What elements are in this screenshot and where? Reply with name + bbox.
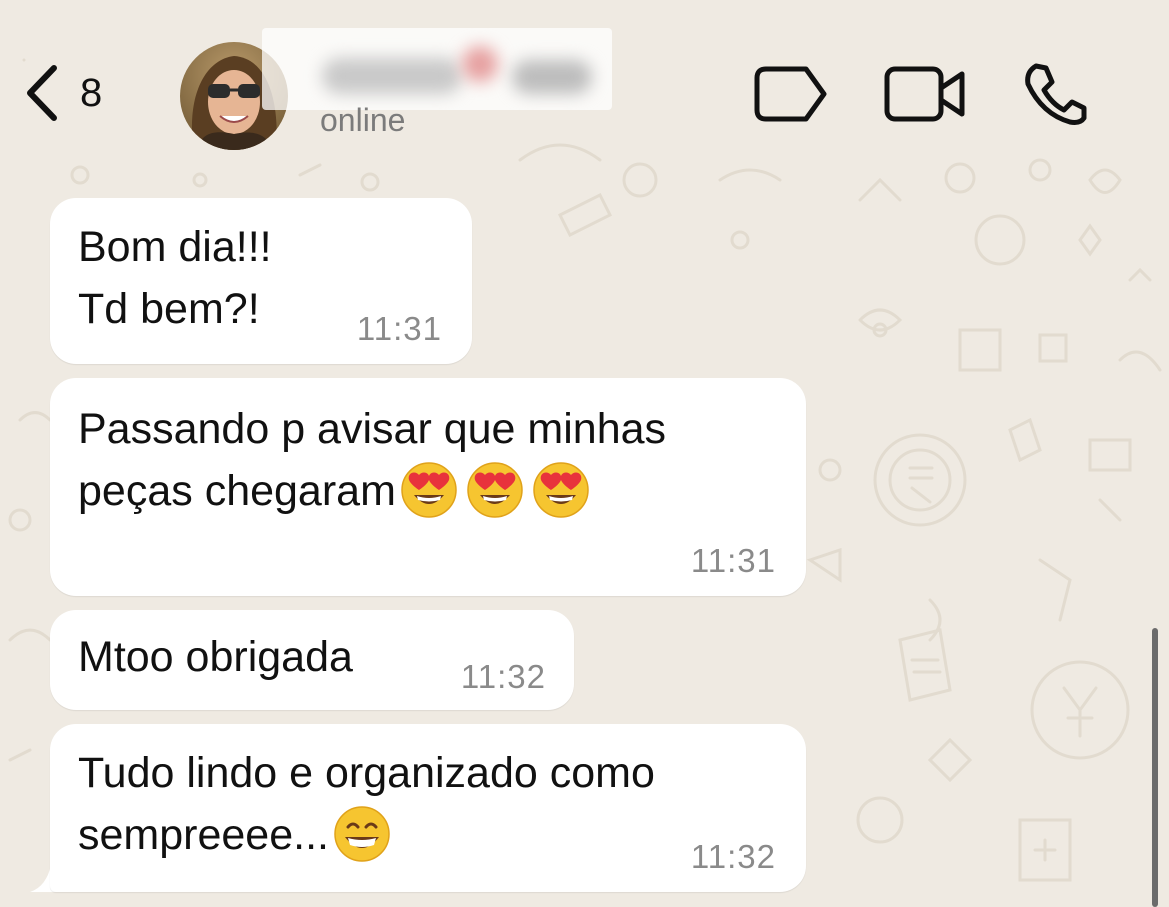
chevron-left-icon xyxy=(27,65,57,121)
chat-header: 8 online xyxy=(0,0,1169,170)
back-button[interactable]: 8 xyxy=(22,62,102,124)
message-text: Passando p avisar que minhas peças chegar… xyxy=(78,398,666,523)
contact-status: online xyxy=(320,102,406,138)
heart-eyes-emoji xyxy=(467,461,523,518)
label-tag-icon xyxy=(754,66,827,122)
scrollbar[interactable] xyxy=(1152,628,1158,907)
message-time: 11:31 xyxy=(690,542,776,579)
message-text: Mtoo obrigada xyxy=(78,633,353,681)
message-bubble[interactable]: Passando p avisar que minhas peças chegar… xyxy=(50,378,806,596)
heart-eyes-emoji xyxy=(401,461,457,518)
message-bubble[interactable]: Mtoo obrigada 11:32 xyxy=(50,610,574,710)
contact-name[interactable] xyxy=(262,28,612,110)
message-bubble[interactable]: Tudo lindo e organizado como sempreeee...… xyxy=(50,724,806,892)
label-button[interactable] xyxy=(754,66,828,122)
message-time: 11:32 xyxy=(690,838,776,875)
voice-call-button[interactable] xyxy=(1022,62,1088,126)
message-text: Tudo lindo e organizado como sempreeee... xyxy=(78,742,655,867)
heart-eyes-emoji xyxy=(533,461,589,518)
video-call-button[interactable] xyxy=(884,66,966,122)
phone-icon xyxy=(1025,63,1087,125)
grinning-emoji xyxy=(334,805,390,862)
video-camera-icon xyxy=(884,66,965,122)
message-time: 11:32 xyxy=(460,658,546,695)
message-bubble[interactable]: Bom dia!!! Td bem?! 11:31 xyxy=(50,198,472,364)
message-time: 11:31 xyxy=(356,310,442,347)
unread-count: 8 xyxy=(80,71,103,115)
message-text: Bom dia!!! Td bem?! xyxy=(78,223,272,333)
